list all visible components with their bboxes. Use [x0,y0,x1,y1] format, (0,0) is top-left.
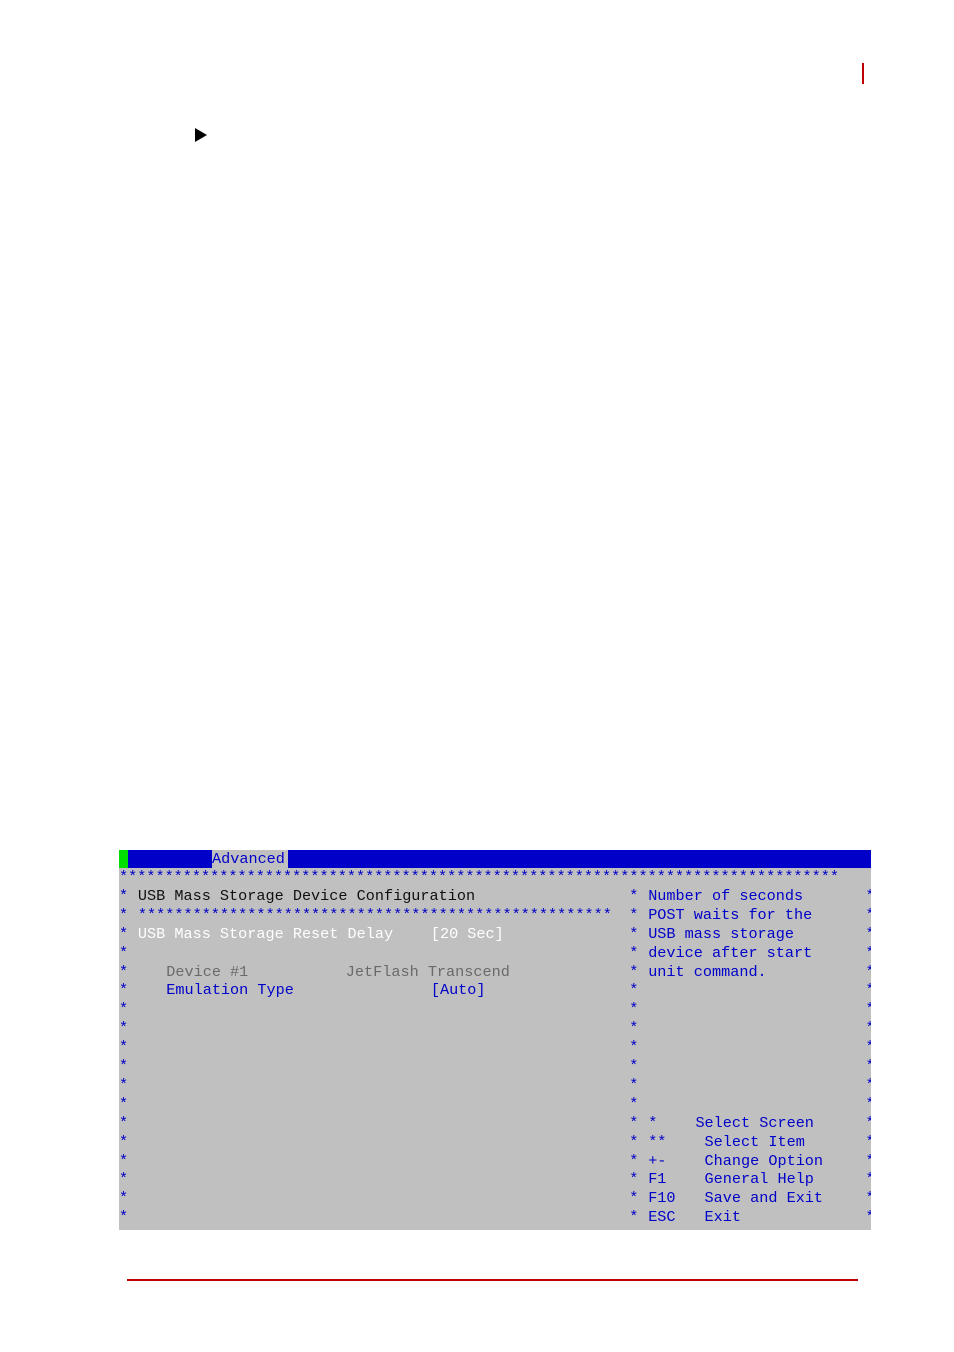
key-hint-key: ** [648,1132,667,1151]
right-border-star: * [866,887,871,906]
help-text-line: Number of seconds [648,886,804,905]
divider-star: * [629,1019,639,1038]
key-hint-key: * [648,1113,658,1132]
key-hint-action: Save and Exit [695,1189,824,1208]
bios-menu-bar: Advanced [119,850,871,868]
divider-star: * [629,943,639,962]
divider-star: * [629,905,639,924]
right-border-star: * [866,925,871,944]
divider-star: * [629,1151,639,1170]
emulation-type-label[interactable]: Emulation Type [166,981,294,1000]
divider-star: * [629,1075,639,1094]
key-hint-key: F1 [648,1170,667,1189]
left-border-star: * [119,1057,129,1075]
right-border-star: * [866,981,871,1000]
bullet-arrow-icon [195,128,207,142]
left-border-star: * [119,1113,129,1132]
tab-advanced[interactable]: Advanced [212,850,288,868]
key-hint-action: Change Option [695,1151,824,1170]
help-text-line: device after start [648,943,813,962]
right-border-star: * [866,1000,871,1019]
help-text-line: POST waits for the [648,905,813,924]
divider-star: * [629,1000,639,1019]
right-border-star: * [866,1114,871,1133]
left-border-star: * [119,886,129,905]
help-text-line: USB mass storage [648,924,795,943]
left-border-star: * [119,981,129,1000]
right-border-star: * [866,1208,871,1227]
section-title: USB Mass Storage Device Configuration [137,886,476,905]
key-hint-key: ESC [648,1208,676,1227]
device-name: JetFlash Transcend [345,962,510,981]
left-border-star: * [119,1075,129,1094]
left-border-star: * [119,962,129,981]
divider-star: * [629,1132,639,1151]
section-separator: ****************************************… [137,905,612,924]
key-hint-key: F10 [648,1189,676,1208]
divider-star: * [629,924,639,943]
right-border-star: * [866,1019,871,1038]
reset-delay-value[interactable]: [20 Sec] [431,925,504,944]
bios-setup-screen: Advanced *******************************… [119,850,871,1230]
footer-rule [127,1279,858,1281]
left-border-star: * [119,1151,129,1170]
border-row: ****************************************… [119,868,840,886]
bios-indicator-block [119,850,128,868]
left-border-star: * [119,1170,129,1189]
left-border-star: * [119,1019,129,1038]
left-border-star: * [119,1000,129,1019]
key-hint-action: Exit [695,1208,742,1227]
divider-star: * [629,1094,639,1113]
emulation-type-value[interactable]: [Auto] [431,981,486,1000]
left-border-star: * [119,1094,129,1113]
divider-star: * [629,886,639,905]
right-border-star: * [866,1057,871,1076]
left-border-star: * [119,1189,129,1208]
divider-star: * [629,1208,639,1227]
right-border-star: * [866,906,871,925]
right-border-star: * [866,963,871,982]
right-border-star: * [866,944,871,963]
key-hint-action: Select Item [695,1132,805,1151]
left-border-star: * [119,943,129,962]
divider-star: * [629,981,639,1000]
divider-star: * [629,1189,639,1208]
page-edge-marker [862,63,864,84]
left-border-star: * [119,1132,129,1151]
reset-delay-label[interactable]: USB Mass Storage Reset Delay [138,925,393,944]
right-border-star: * [866,1133,871,1152]
key-hint-key: +- [648,1151,667,1170]
divider-star: * [629,962,639,981]
divider-star: * [629,1113,639,1132]
key-hint-action: Select Screen [695,1113,814,1132]
left-border-star: * [119,1208,129,1227]
help-text-line: unit command. [648,962,767,981]
device-label: Device #1 [166,962,249,981]
right-border-star: * [866,1076,871,1095]
right-border-star: * [866,1152,871,1171]
divider-star: * [629,1038,639,1057]
divider-star: * [629,1170,639,1189]
right-border-star: * [866,1038,871,1057]
right-border-star: * [866,1095,871,1114]
divider-star: * [629,1057,639,1075]
key-hint-action: General Help [695,1170,814,1189]
left-border-star: * [119,924,129,943]
right-border-star: * [866,1170,871,1189]
left-border-star: * [119,905,129,924]
left-border-star: * [119,1038,129,1057]
right-border-star: * [866,1189,871,1208]
